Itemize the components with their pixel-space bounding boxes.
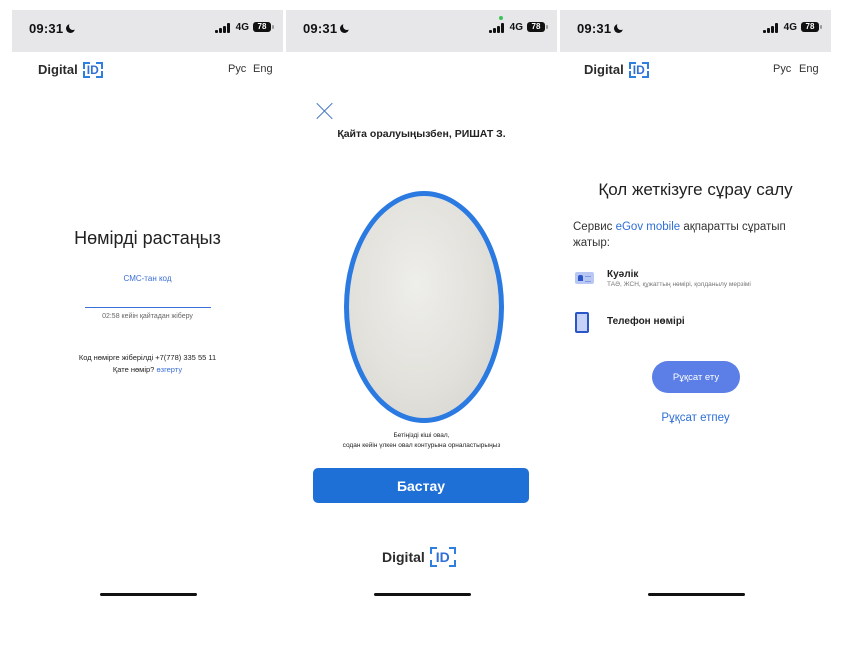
moon-icon [340,22,352,33]
welcome-text: Қайта оралуыңызбен, РИШАТ З. [337,128,506,140]
battery-icon: 78 [801,22,822,32]
id-badge-icon: ID [82,62,103,78]
phone-screen-verify-number: 09:31 4G 78 Digital ID Рус Eng Нөмірді ра… [12,10,283,610]
service-name: eGov mobile [615,221,681,233]
brand-name: Digital [584,62,624,77]
resend-timer: 02:58 кейін қайтадан жіберу [102,313,193,320]
phone-screen-access-request: 09:31 4G 78 Digital ID Рус Eng Қол жеткіз… [560,10,831,610]
change-number-link[interactable]: өзгерту [156,365,182,374]
phone-screen-face-scan: 09:31 4G 78 Қайта оралуыңызбен, РИШАТ З.… [286,10,557,610]
hint-line-1: Бетіңізді кіші овал, [393,432,450,439]
signal-icon [763,23,779,33]
network-type: 4G [783,22,797,33]
home-indicator [648,593,745,596]
id-badge-icon: ID [429,547,456,567]
brand-name: Digital [38,62,78,77]
content-sheet: Digital ID Рус Eng Нөмірді растаңыз СМС-т… [12,52,283,610]
moon-icon [66,22,78,33]
permission-sub: ТАӘ, ЖСН, құжаттың нөмірі, қолданылу мер… [607,281,751,288]
brand-logo: Digital ID [382,547,456,567]
hint-line-2: содан кейін үлкен овал контурына орналас… [342,442,501,449]
page-title: Нөмірді растаңыз [74,228,221,248]
id-badge-icon: ID [628,62,649,78]
brand-name: Digital [382,549,425,565]
status-time: 09:31 [303,21,352,36]
battery-icon: 78 [527,22,548,32]
service-request-text: Сервис eGov mobile ақпаратты сұратып жат… [573,221,786,249]
status-time: 09:31 [577,21,626,36]
home-indicator [100,593,197,596]
brand-logo: Digital ID [584,62,649,78]
signal-icon [215,23,231,33]
phone-icon [575,312,589,333]
id-card-icon [575,272,594,284]
status-bar: 09:31 4G 78 [560,10,831,52]
deny-link[interactable]: Рұқсат етпеу [560,412,831,424]
page-title: Қол жеткізуге сұрау салу [598,180,793,199]
status-bar: 09:31 4G 78 [286,10,557,52]
sent-to-text: Код нөмірге жіберілді +7(778) 335 55 11 [78,353,217,362]
content-sheet: Digital ID Рус Eng [560,52,831,610]
lang-en-button[interactable]: Eng [253,63,273,75]
wrong-number-text: Қате нөмір? өзгерту [112,365,183,374]
network-type: 4G [509,22,523,33]
status-time: 09:31 [29,21,78,36]
sms-code-underline [85,307,211,308]
home-indicator [374,593,471,596]
signal-icon [489,23,505,33]
permission-label: Куәлік [607,269,639,280]
face-oval-frame [344,191,504,423]
sms-code-input[interactable]: СМС-тан код [12,274,283,283]
brand-logo: Digital ID [38,62,103,78]
moon-icon [614,22,626,33]
battery-icon: 78 [253,22,274,32]
allow-button[interactable]: Рұқсат ету [652,361,740,393]
status-bar: 09:31 4G 78 [12,10,283,52]
lang-ru-button[interactable]: Рус [228,63,246,75]
permission-label: Телефон нөмірі [607,316,685,327]
lang-en-button[interactable]: Eng [799,63,819,75]
lang-ru-button[interactable]: Рус [773,63,791,75]
close-icon[interactable] [316,102,334,120]
network-type: 4G [235,22,249,33]
camera-active-indicator [499,16,503,20]
start-button[interactable]: Бастау [313,468,529,503]
